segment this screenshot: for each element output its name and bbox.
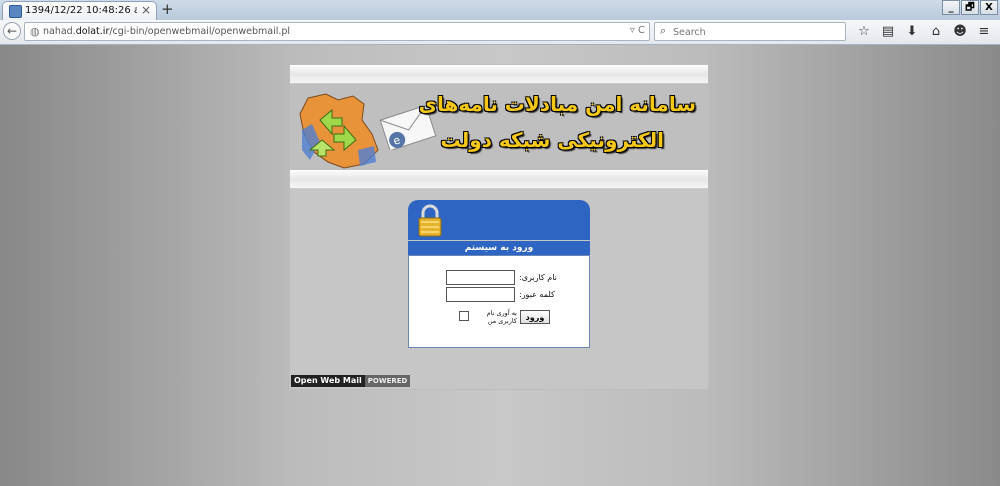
chat-icon[interactable]: ☻	[948, 23, 972, 40]
browser-toolbar-icons: ☆ ▤ ⬇ ⌂ ☻ ≡	[852, 23, 996, 40]
iran-map-logo-icon	[299, 93, 379, 169]
window-controls: _ 🗗 X	[942, 0, 998, 16]
username-row: نام کاربری:	[446, 270, 557, 285]
nav-toolbar: ← ◍ nahad.dolat.ir/cgi-bin/openwebmail/o…	[0, 20, 1000, 45]
remember-me-label: به آوری نام کاربری من	[486, 309, 517, 325]
reading-list-icon[interactable]: ▤	[876, 23, 900, 40]
password-label: کلمه عبور:	[519, 290, 555, 299]
password-input[interactable]	[446, 287, 515, 302]
menu-icon[interactable]: ≡	[972, 23, 996, 40]
new-tab-button[interactable]: +	[161, 0, 174, 18]
minimize-button[interactable]: _	[942, 0, 960, 15]
powered-label: POWERED	[364, 375, 411, 387]
search-bar[interactable]: ⌕	[654, 22, 846, 41]
bottom-stripe	[290, 170, 708, 189]
login-box: ورود به سیستم نام کاربری: کلمه عبور: به …	[408, 200, 590, 348]
tab-title: 1394/12/22 10:48:26 am - O...	[25, 5, 137, 16]
back-button[interactable]: ←	[3, 22, 21, 40]
reload-icon[interactable]: ▿ C	[630, 25, 645, 36]
address-bar[interactable]: ◍ nahad.dolat.ir/cgi-bin/openwebmail/ope…	[24, 22, 650, 41]
top-stripe	[290, 65, 708, 84]
login-title: ورود به سیستم	[408, 241, 590, 255]
login-form: نام کاربری: کلمه عبور: به آوری نام کاربر…	[408, 255, 590, 348]
padlock-icon	[418, 204, 442, 237]
home-icon[interactable]: ⌂	[924, 23, 948, 40]
bookmark-star-icon[interactable]: ☆	[852, 23, 876, 40]
search-icon: ⌕	[660, 24, 667, 37]
tab-strip: 1394/12/22 10:48:26 am - O... × + _ 🗗 X	[0, 0, 1000, 20]
page-background: e سامانه امن مبادلات نامه‌های الکترونیکی…	[0, 45, 1000, 486]
url-text: nahad.dolat.ir/cgi-bin/openwebmail/openw…	[43, 26, 291, 37]
favicon-icon	[9, 5, 22, 18]
search-input[interactable]	[671, 24, 840, 40]
open-web-mail-label: Open Web Mail	[291, 375, 365, 387]
tab-close-icon[interactable]: ×	[141, 3, 151, 17]
webmail-container: e سامانه امن مبادلات نامه‌های الکترونیکی…	[289, 64, 709, 390]
password-row: کلمه عبور:	[446, 287, 555, 302]
username-input[interactable]	[446, 270, 515, 285]
banner-title-line1: سامانه امن مبادلات نامه‌های	[418, 92, 696, 116]
close-window-button[interactable]: X	[980, 0, 998, 15]
login-button[interactable]: ورود	[520, 310, 550, 324]
username-label: نام کاربری:	[519, 273, 557, 282]
restore-button[interactable]: 🗗	[961, 0, 979, 15]
download-icon[interactable]: ⬇	[900, 23, 924, 40]
powered-by-badge[interactable]: Open Web Mail POWERED	[291, 375, 411, 387]
banner-title-line2: الکترونیکی شبکه دولت	[440, 128, 664, 152]
login-header	[408, 200, 590, 240]
browser-tab[interactable]: 1394/12/22 10:48:26 am - O... ×	[2, 1, 157, 20]
header-banner: e سامانه امن مبادلات نامه‌های الکترونیکی…	[290, 84, 708, 170]
globe-icon: ◍	[30, 25, 40, 38]
remember-me-checkbox[interactable]	[459, 311, 469, 321]
